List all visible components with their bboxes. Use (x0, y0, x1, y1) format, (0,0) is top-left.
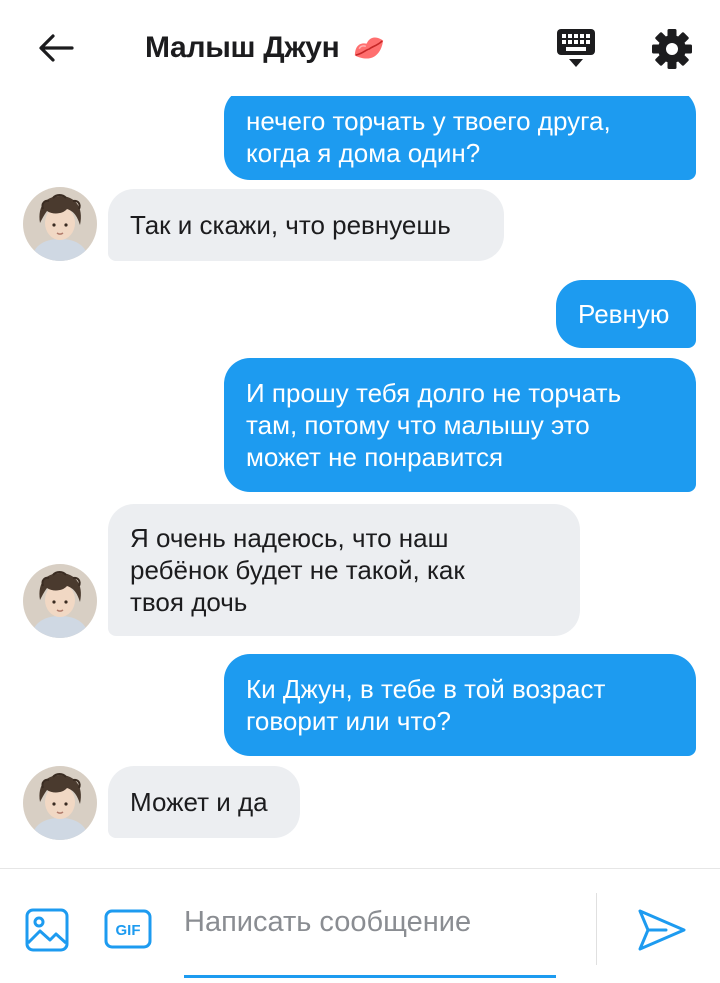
message-bubble-incoming[interactable]: Так и скажи, что ревнуешь (108, 189, 504, 261)
message-text: И прошу тебя долго не торчать там, потом… (246, 378, 622, 472)
message-text: Так и скажи, что ревнуешь (130, 210, 451, 240)
message-bubble-outgoing[interactable]: И прошу тебя долго не торчать там, потом… (224, 358, 696, 492)
message-bubble-outgoing[interactable]: Ревную (556, 280, 696, 348)
gear-icon (652, 29, 692, 69)
gif-icon: GIF (104, 909, 152, 949)
keyboard-icon (557, 29, 595, 67)
attach-image-button[interactable] (24, 907, 70, 953)
message-text: Ки Джун, в тебе в той возраст говорит ил… (246, 674, 606, 736)
gif-label: GIF (116, 922, 141, 939)
page-title: Малыш Джун (145, 31, 340, 64)
send-icon (638, 909, 686, 951)
gif-button[interactable]: GIF (104, 909, 152, 949)
message-bubble-outgoing[interactable]: Ки Джун, в тебе в той возраст говорит ил… (224, 654, 696, 756)
chat-title-area[interactable]: Малыш Джун (145, 26, 388, 70)
message-composer: GIF (0, 868, 720, 983)
image-icon (25, 908, 69, 952)
message-text: Может и да (130, 787, 268, 817)
back-button[interactable] (34, 26, 78, 70)
message-input[interactable] (184, 899, 556, 945)
message-text: Я очень надеюсь, что наш ребёнок будет н… (130, 523, 465, 617)
avatar[interactable] (23, 564, 97, 638)
arrow-left-icon (39, 34, 74, 62)
avatar-image (23, 564, 97, 638)
message-bubble-incoming[interactable]: Я очень надеюсь, что наш ребёнок будет н… (108, 504, 580, 636)
avatar[interactable] (23, 187, 97, 261)
send-button[interactable] (636, 907, 688, 953)
avatar-image (23, 187, 97, 261)
settings-button[interactable] (646, 24, 698, 74)
composer-divider (596, 893, 597, 965)
avatar-image (23, 766, 97, 840)
keyboard-button[interactable] (552, 24, 600, 72)
avatar[interactable] (23, 766, 97, 840)
kiss-lips-icon (354, 37, 383, 59)
message-list[interactable]: нечего торчать у твоего друга, когда я д… (0, 96, 720, 868)
message-text: Ревную (578, 299, 670, 329)
chat-header: Малыш Джун (0, 0, 720, 96)
message-bubble-outgoing[interactable]: нечего торчать у твоего друга, когда я д… (224, 96, 696, 180)
message-bubble-incoming[interactable]: Может и да (108, 766, 300, 838)
message-text: нечего торчать у твоего друга, когда я д… (246, 106, 611, 168)
input-focus-underline (184, 975, 556, 978)
